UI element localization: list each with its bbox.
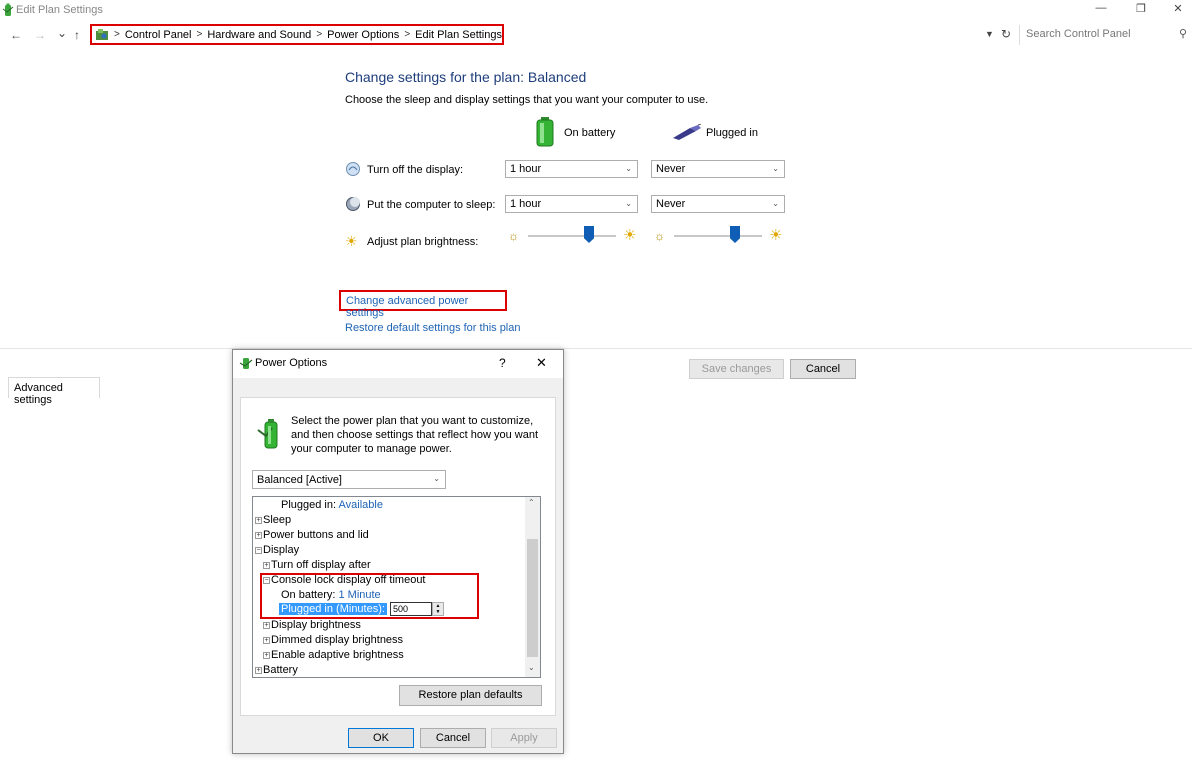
cancel-button[interactable]: Cancel	[790, 359, 856, 379]
sleep-battery-select[interactable]: 1 hour ⌄	[505, 195, 638, 213]
tree-item-power-buttons[interactable]: + Power buttons and lid	[255, 528, 369, 543]
turn-off-display-label: Turn off the display:	[367, 164, 463, 176]
plug-icon	[672, 123, 702, 143]
restore-button[interactable]: ❐	[1131, 2, 1151, 15]
tree-item-adaptive-brightness[interactable]: + Enable adaptive brightness	[263, 648, 404, 663]
tree-scrollbar[interactable]: ⌃ ⌄	[525, 497, 540, 677]
brightness-label: Adjust plan brightness:	[367, 236, 479, 248]
plugged-in-header: Plugged in	[706, 127, 758, 139]
dialog-title: Power Options	[255, 357, 328, 369]
dim-sun-icon: ☼	[654, 229, 665, 243]
brightness-icon: ☀	[345, 233, 358, 249]
chevron-down-icon: ⌄	[772, 199, 779, 208]
tree-item-battery[interactable]: + Battery	[255, 663, 298, 678]
highlight-box	[260, 573, 479, 619]
sleep-icon	[345, 196, 361, 215]
search-icon[interactable]: ⚲	[1179, 27, 1187, 40]
chevron-down-icon: ⌄	[625, 199, 632, 208]
tree-item-dimmed-brightness[interactable]: + Dimmed display brightness	[263, 633, 403, 648]
tree-item-display[interactable]: − Display	[255, 543, 299, 558]
sleep-label: Put the computer to sleep:	[367, 199, 496, 211]
tree-item-plugged-in-available[interactable]: Plugged in: Available	[281, 498, 383, 513]
power-options-icon	[239, 356, 253, 373]
tree-item-sleep[interactable]: + Sleep	[255, 513, 291, 528]
search-input[interactable]: Search Control Panel	[1019, 25, 1192, 45]
address-dropdown-icon[interactable]: ▼	[985, 29, 994, 39]
title-bar: Edit Plan Settings — ❐ ✕	[0, 0, 1192, 22]
collapse-icon[interactable]: −	[255, 547, 262, 554]
expand-icon[interactable]: +	[255, 532, 262, 539]
slider-track	[674, 235, 762, 237]
bright-sun-icon: ☀	[769, 227, 783, 244]
scrollbar-thumb[interactable]	[527, 539, 538, 657]
ok-button[interactable]: OK	[348, 728, 414, 748]
turn-off-display-plugged-select[interactable]: Never ⌄	[651, 160, 785, 178]
sleep-plugged-select[interactable]: Never ⌄	[651, 195, 785, 213]
dim-sun-icon: ☼	[508, 229, 519, 243]
tab-advanced-settings[interactable]: Advanced settings	[8, 377, 100, 406]
dialog-close-button[interactable]: ✕	[536, 355, 547, 371]
apply-button[interactable]: Apply	[491, 728, 557, 748]
tree-item-display-brightness[interactable]: + Display brightness	[263, 618, 361, 633]
restore-defaults-link[interactable]: Restore default settings for this plan	[345, 322, 520, 334]
up-button[interactable]: ↑	[74, 28, 80, 42]
expand-icon[interactable]: +	[263, 652, 270, 659]
expand-icon[interactable]: +	[255, 667, 262, 674]
power-plan-select[interactable]: Balanced [Active] ⌄	[252, 470, 446, 489]
chevron-down-icon: ⌄	[772, 164, 779, 173]
on-battery-header: On battery	[564, 127, 616, 139]
breadcrumb-separator: >	[404, 29, 411, 40]
close-button[interactable]: ✕	[1168, 2, 1188, 15]
brightness-battery-slider[interactable]	[528, 226, 616, 248]
dialog-description: Select the power plan that you want to c…	[291, 415, 539, 455]
breadcrumb-edit-plan-settings[interactable]: Edit Plan Settings	[415, 29, 502, 41]
turn-off-display-battery-select[interactable]: 1 hour ⌄	[505, 160, 638, 178]
breadcrumb-separator: >	[114, 29, 120, 40]
scroll-down-icon[interactable]: ⌄	[528, 663, 535, 672]
forward-button[interactable]: →	[34, 28, 46, 42]
expand-icon[interactable]: +	[263, 637, 270, 644]
power-options-icon	[2, 3, 14, 20]
chevron-down-icon: ⌄	[433, 474, 440, 483]
slider-thumb[interactable]	[730, 226, 740, 243]
recent-locations-button[interactable]: ⌄	[57, 26, 67, 40]
scroll-up-icon[interactable]: ⌃	[528, 498, 535, 507]
expand-icon[interactable]: +	[263, 562, 270, 569]
breadcrumb-separator: >	[196, 29, 203, 40]
page-title: Change settings for the plan: Balanced	[345, 69, 587, 85]
slider-track	[528, 235, 616, 237]
power-plan-icon	[256, 416, 284, 453]
expand-icon[interactable]: +	[263, 622, 270, 629]
page-description: Choose the sleep and display settings th…	[345, 94, 709, 106]
breadcrumb-control-panel[interactable]: Control Panel	[125, 29, 192, 41]
minimize-button[interactable]: —	[1091, 2, 1111, 14]
display-icon	[345, 161, 361, 180]
refresh-icon[interactable]: ↻	[1001, 27, 1011, 41]
restore-plan-defaults-button[interactable]: Restore plan defaults	[399, 685, 542, 706]
chevron-down-icon: ⌄	[625, 164, 632, 173]
breadcrumb-power-options[interactable]: Power Options	[327, 29, 399, 41]
brightness-plugged-slider[interactable]	[674, 226, 762, 248]
back-button[interactable]: ←	[10, 28, 22, 42]
breadcrumb[interactable]: > Control Panel > Hardware and Sound > P…	[90, 24, 504, 45]
battery-icon	[535, 117, 555, 150]
dialog-cancel-button[interactable]: Cancel	[420, 728, 486, 748]
window-title: Edit Plan Settings	[16, 4, 103, 16]
slider-thumb[interactable]	[584, 226, 594, 243]
control-panel-icon	[95, 28, 109, 42]
divider	[0, 348, 1192, 349]
bright-sun-icon: ☀	[623, 227, 637, 244]
help-button[interactable]: ?	[499, 356, 506, 370]
breadcrumb-hardware-and-sound[interactable]: Hardware and Sound	[207, 29, 311, 41]
change-advanced-settings-link[interactable]: Change advanced power settings	[339, 290, 507, 319]
save-changes-button[interactable]: Save changes	[689, 359, 784, 379]
tree-item-turn-off-display[interactable]: + Turn off display after	[263, 558, 371, 573]
expand-icon[interactable]: +	[255, 517, 262, 524]
breadcrumb-separator: >	[316, 29, 323, 40]
